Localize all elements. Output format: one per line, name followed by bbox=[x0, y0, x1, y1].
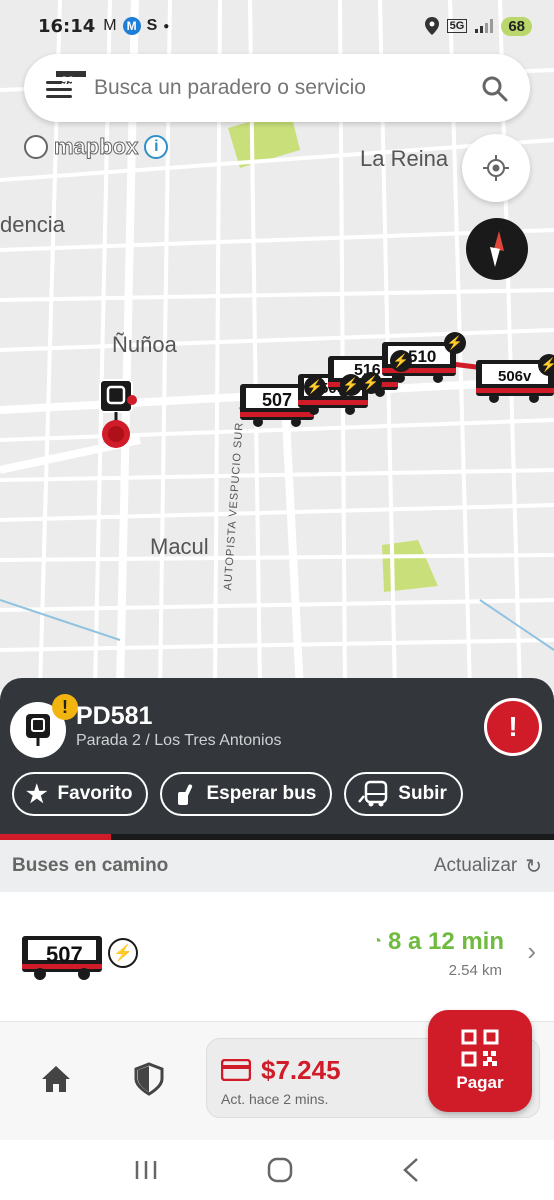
bus-stop-pin-icon bbox=[99, 379, 137, 448]
menu-icon-line bbox=[46, 88, 72, 91]
star-icon: ★ bbox=[26, 780, 48, 808]
mapbox-logo-text: mapbox bbox=[53, 134, 139, 160]
search-input[interactable] bbox=[94, 76, 480, 100]
electric-icon: ⚡ bbox=[444, 332, 466, 354]
gmail-icon: M bbox=[103, 17, 117, 34]
search-bar[interactable]: 99+ bbox=[24, 54, 530, 122]
map-bus-route-label: 507 bbox=[262, 390, 293, 410]
bus-stop-icon bbox=[26, 714, 50, 746]
menu-icon-line bbox=[46, 95, 72, 98]
metro-icon: M bbox=[122, 17, 141, 35]
stop-name: Parada 2 / Los Tres Antonios bbox=[76, 732, 282, 749]
electric-icon: ⚡ bbox=[538, 354, 554, 376]
board-button[interactable]: Subir bbox=[344, 772, 463, 816]
stop-panel: ! PD581 Parada 2 / Los Tres Antonios ! ★… bbox=[0, 678, 554, 840]
board-bus-icon bbox=[358, 780, 388, 807]
signal-icon bbox=[475, 19, 494, 33]
refresh-button[interactable]: Actualizar ↻ bbox=[434, 854, 542, 879]
live-signal-icon: ◔ bbox=[372, 933, 382, 950]
wait-bus-button[interactable]: Esperar bus bbox=[160, 772, 333, 816]
map-label-la-reina: La Reina bbox=[360, 146, 449, 171]
bottom-bar: $7.245 Act. hace 2 mins. Pagar bbox=[0, 1010, 554, 1140]
home-icon[interactable] bbox=[40, 1064, 72, 1094]
list-item[interactable]: 507 ⚡ ◔ 8 a 12 min 2.54 km › bbox=[0, 892, 554, 1022]
wait-bus-label: Esperar bus bbox=[206, 783, 317, 804]
electric-icon: ⚡ bbox=[304, 376, 326, 398]
signal-5g-label: 5G bbox=[446, 19, 468, 33]
shield-icon[interactable] bbox=[134, 1062, 164, 1096]
compass-button[interactable] bbox=[466, 218, 528, 280]
balance-amount: $7.245 bbox=[261, 1055, 341, 1085]
battery-indicator: 68 bbox=[501, 16, 532, 36]
stop-code: PD581 bbox=[76, 702, 153, 730]
favorite-button[interactable]: ★ Favorito bbox=[12, 772, 149, 816]
electric-icon: ⚡ bbox=[340, 374, 362, 396]
system-icons: 5G 68 bbox=[424, 16, 532, 36]
favorite-label: Favorito bbox=[57, 783, 133, 804]
eta: ◔ 8 a 12 min bbox=[372, 928, 504, 956]
recent-apps-icon[interactable] bbox=[134, 1159, 158, 1181]
board-label: Subir bbox=[398, 783, 447, 804]
refresh-progress-fill bbox=[0, 834, 111, 840]
status-bar: 16:14 M M S ● 5G 68 bbox=[0, 0, 554, 52]
balance-updated: Act. hace 2 mins. bbox=[221, 1091, 329, 1107]
electric-icon: ⚡ bbox=[390, 350, 412, 372]
refresh-progress bbox=[0, 834, 554, 840]
crosshair-icon bbox=[483, 155, 509, 181]
warning-icon: ! bbox=[52, 694, 78, 720]
eta-value: 8 a 12 min bbox=[387, 928, 504, 955]
map-label-providencia: dencia bbox=[0, 212, 65, 237]
map-bus-route-label: 506v bbox=[498, 368, 532, 385]
map-bus-route-label: 510 bbox=[408, 347, 437, 366]
notification-badge: 99+ bbox=[54, 69, 89, 88]
menu-button[interactable]: 99+ bbox=[46, 69, 89, 99]
card-icon bbox=[221, 1059, 251, 1081]
electric-icon: ⚡ bbox=[108, 938, 138, 968]
stop-avatar: ! bbox=[10, 694, 78, 758]
location-icon bbox=[424, 17, 439, 35]
chevron-right-icon[interactable]: › bbox=[527, 936, 536, 967]
report-button[interactable]: ! bbox=[484, 698, 542, 756]
system-navigation bbox=[0, 1140, 554, 1200]
notification-icons: M M S ● bbox=[103, 17, 169, 35]
search-icon[interactable] bbox=[480, 74, 508, 102]
stop-marker[interactable] bbox=[96, 378, 140, 459]
pay-button[interactable]: Pagar bbox=[428, 1010, 532, 1112]
map-label-nunoa: Ñuñoa bbox=[112, 332, 177, 357]
mapbox-logo-icon bbox=[24, 135, 48, 159]
map-label-macul: Macul bbox=[150, 534, 209, 559]
pay-label: Pagar bbox=[456, 1073, 504, 1092]
mapbox-attribution[interactable]: mapbox i bbox=[24, 134, 169, 160]
stop-actions: ★ Favorito Esperar bus Subir bbox=[12, 772, 463, 816]
refresh-label: Actualizar bbox=[433, 855, 518, 876]
dot-icon: ● bbox=[163, 20, 170, 32]
buses-title: Buses en camino bbox=[12, 855, 169, 876]
app-icon: S bbox=[146, 17, 158, 34]
status-time: 16:14 bbox=[38, 15, 96, 37]
distance: 2.54 km bbox=[448, 962, 502, 979]
locate-me-button[interactable] bbox=[462, 134, 530, 202]
qr-code-icon bbox=[461, 1029, 499, 1067]
refresh-icon: ↻ bbox=[525, 855, 542, 878]
compass-icon bbox=[490, 231, 504, 267]
hand-wave-icon bbox=[178, 784, 193, 805]
electric-icon: ⚡ bbox=[360, 372, 382, 394]
alert-icon: ! bbox=[508, 711, 518, 742]
info-icon[interactable]: i bbox=[144, 135, 169, 159]
back-icon[interactable] bbox=[402, 1157, 420, 1183]
home-nav-icon[interactable] bbox=[267, 1157, 293, 1183]
buses-header: Buses en camino Actualizar ↻ bbox=[0, 840, 554, 892]
bus-route-label: 507 bbox=[46, 942, 83, 967]
